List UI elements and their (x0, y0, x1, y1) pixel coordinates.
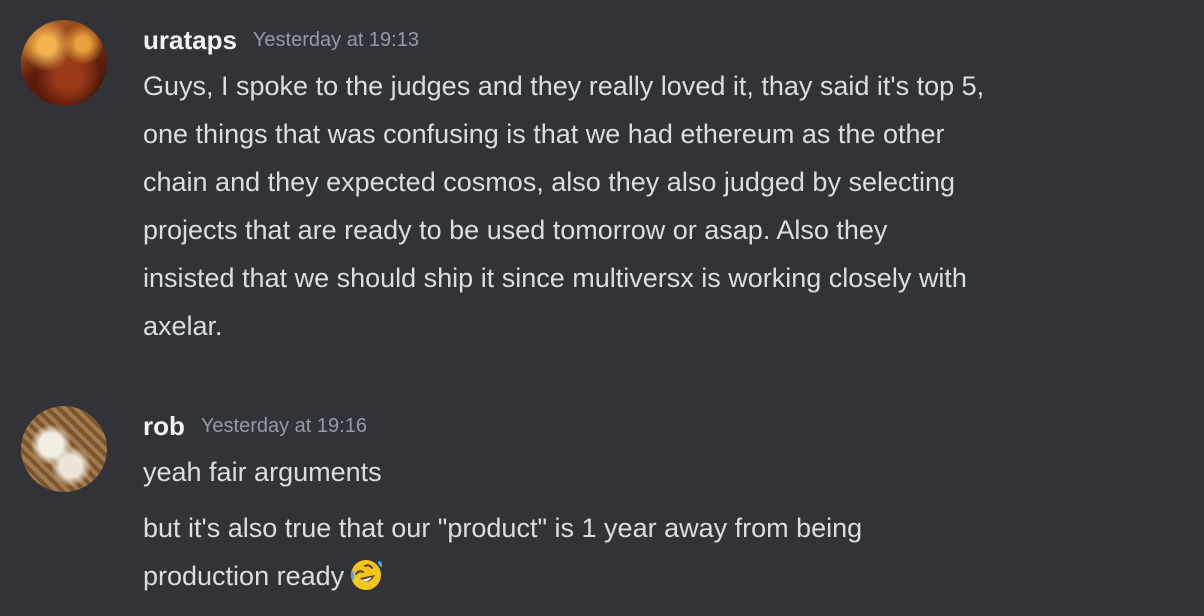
message-line: insisted that we should ship it since mu… (143, 263, 967, 293)
timestamp[interactable]: Yesterday at 19:16 (201, 415, 367, 438)
avatar[interactable] (21, 20, 107, 106)
message-body: but it's also true that our "product" is… (143, 504, 1184, 600)
message-line: axelar. (143, 311, 223, 341)
message-body: yeah fair arguments (143, 448, 1184, 496)
message-line: but it's also true that our "product" is… (143, 513, 863, 543)
avatar[interactable] (21, 406, 107, 492)
message-line: Guys, I spoke to the judges and they rea… (143, 71, 985, 101)
message-line-with-emoji: production ready (143, 552, 1184, 600)
username[interactable]: urataps (143, 25, 237, 56)
message-header: rob Yesterday at 19:16 (143, 404, 1184, 448)
rolling-on-the-floor-laughing-emoji-icon[interactable] (348, 557, 384, 593)
message-line: projects that are ready to be used tomor… (143, 215, 888, 245)
message-line: chain and they expected cosmos, also the… (143, 167, 956, 197)
message-content: rob Yesterday at 19:16 yeah fair argumen… (143, 404, 1184, 600)
message-line: yeah fair arguments (143, 457, 382, 487)
timestamp[interactable]: Yesterday at 19:13 (253, 29, 419, 52)
message-body: Guys, I spoke to the judges and they rea… (143, 62, 1184, 350)
message-header: urataps Yesterday at 19:13 (143, 18, 1184, 62)
message-content: urataps Yesterday at 19:13 Guys, I spoke… (143, 18, 1184, 350)
message-line-text: production ready (143, 561, 345, 591)
username[interactable]: rob (143, 411, 185, 442)
message-line: one things that was confusing is that we… (143, 119, 945, 149)
